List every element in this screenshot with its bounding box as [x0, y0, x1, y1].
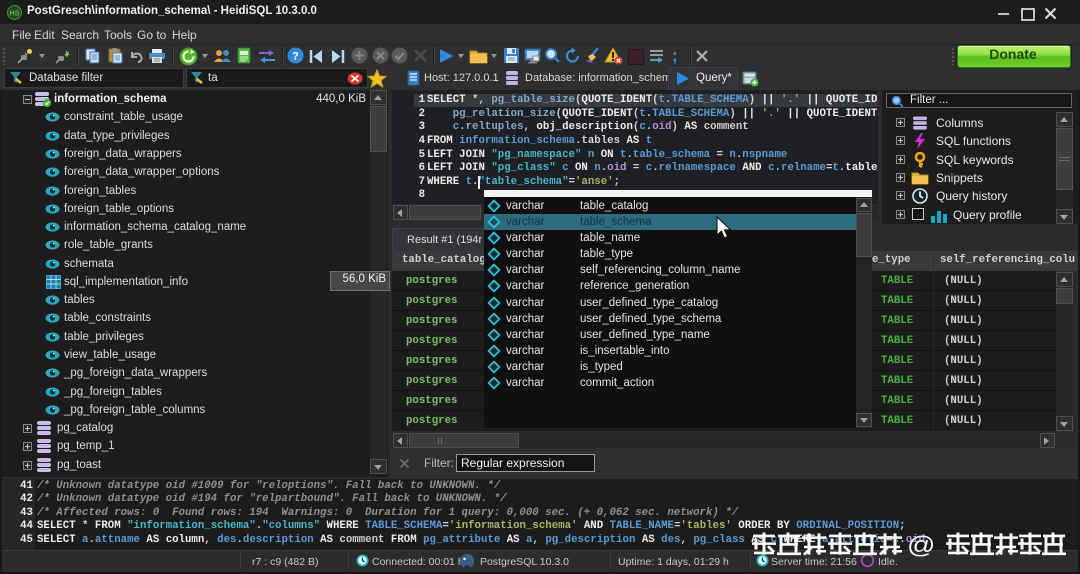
svg-text:HS: HS: [10, 11, 20, 18]
svg-text:?: ?: [292, 51, 299, 63]
svg-text:@: @: [907, 531, 935, 558]
